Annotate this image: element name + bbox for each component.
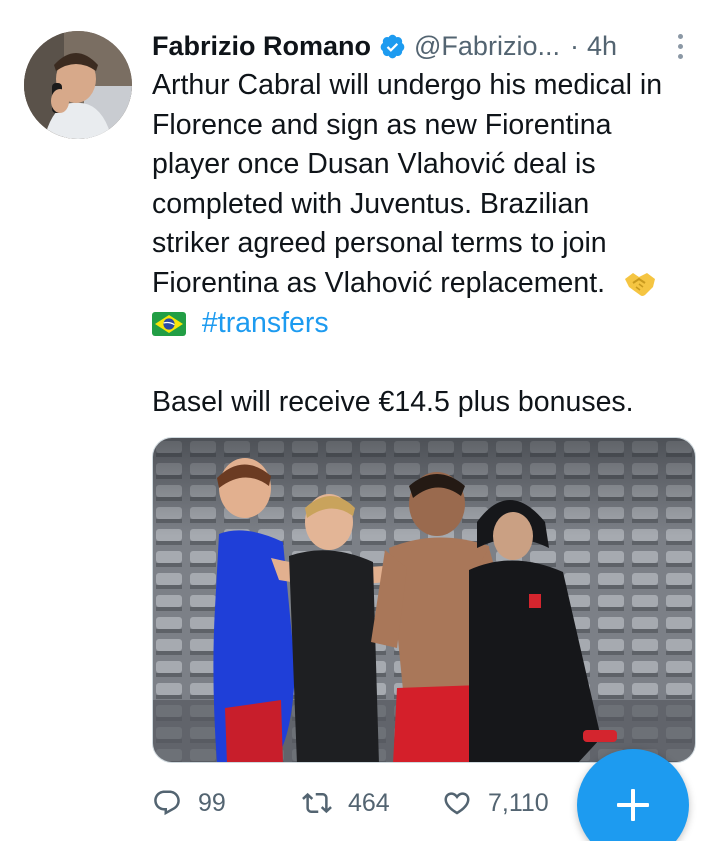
avatar-photo (24, 31, 132, 139)
more-options-icon[interactable] (664, 30, 696, 62)
media-photo (153, 438, 695, 762)
timestamp[interactable]: 4h (587, 31, 617, 62)
handshake-emoji-icon (625, 273, 655, 297)
tweet-line: striker agreed personal terms to join (152, 227, 607, 260)
tweet-header: Fabrizio Romano @Fabrizio... · 4h (152, 26, 696, 66)
retweet-count: 464 (348, 788, 390, 817)
tweet-line: completed with Juventus. Brazilian (152, 187, 590, 220)
plus-icon (617, 789, 649, 821)
brazil-flag-icon (152, 312, 186, 337)
avatar[interactable] (24, 31, 132, 139)
reply-button[interactable]: 99 (152, 788, 302, 818)
tweet-actions: 99 464 7,110 (152, 780, 592, 826)
like-button[interactable]: 7,110 (442, 788, 592, 818)
separator-dot: · (569, 30, 579, 61)
tweet-line: Arthur Cabral will undergo his medical i… (152, 69, 663, 101)
tweet-text: Arthur Cabral will undergo his medical i… (152, 66, 707, 422)
retweet-icon (302, 792, 332, 814)
tweet-line: player once Dusan Vlahović deal is (152, 148, 596, 181)
tweet-line-text: Fiorentina as Vlahović replacement. (152, 266, 606, 299)
tweet-line-6: Fiorentina as Vlahović replacement. (152, 264, 707, 304)
display-name[interactable]: Fabrizio Romano (152, 31, 371, 62)
tweet-footer-line: Basel will receive €14.5 plus bonuses. (152, 385, 634, 418)
reply-icon (154, 790, 180, 816)
tweet[interactable]: Fabrizio Romano @Fabrizio... · 4h Arthur… (0, 0, 720, 841)
heart-icon (444, 792, 470, 815)
hashtag-link[interactable]: #transfers (202, 307, 329, 339)
tweet-line-7: #transfers (152, 304, 707, 344)
handle[interactable]: @Fabrizio... (414, 31, 560, 62)
retweet-button[interactable]: 464 (302, 788, 442, 818)
tweet-image[interactable] (152, 437, 696, 763)
like-count: 7,110 (488, 788, 549, 817)
tweet-line: Florence and sign as new Fiorentina (152, 108, 612, 141)
verified-badge-icon (380, 34, 405, 58)
reply-count: 99 (198, 788, 226, 817)
